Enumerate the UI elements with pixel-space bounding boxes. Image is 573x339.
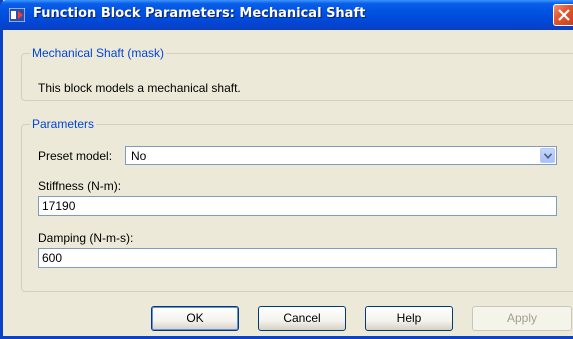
close-icon — [558, 9, 570, 21]
stiffness-label: Stiffness (N-m): — [38, 179, 122, 193]
damping-input[interactable] — [38, 248, 557, 268]
apply-button[interactable]: Apply — [472, 306, 572, 331]
ok-button[interactable]: OK — [151, 306, 239, 331]
parameters-legend: Parameters — [30, 117, 97, 131]
preset-model-select[interactable]: No — [125, 146, 557, 165]
description-legend: Mechanical Shaft (mask) — [30, 46, 167, 60]
preset-model-value: No — [131, 149, 147, 163]
chevron-down-icon — [544, 153, 552, 159]
close-button[interactable] — [553, 4, 573, 26]
description-group: Mechanical Shaft (mask) This block model… — [21, 46, 573, 101]
dropdown-arrow[interactable] — [540, 148, 555, 163]
cancel-button[interactable]: Cancel — [258, 306, 346, 331]
stiffness-input[interactable] — [38, 196, 557, 216]
damping-label: Damping (N-m-s): — [38, 231, 134, 245]
block-description: This block models a mechanical shaft. — [38, 81, 241, 95]
window-title: Function Block Parameters: Mechanical Sh… — [33, 6, 366, 21]
simulink-block-icon — [8, 7, 26, 23]
title-bar[interactable]: Function Block Parameters: Mechanical Sh… — [0, 0, 573, 30]
preset-model-label: Preset model: — [38, 149, 113, 163]
help-button[interactable]: Help — [365, 306, 453, 331]
